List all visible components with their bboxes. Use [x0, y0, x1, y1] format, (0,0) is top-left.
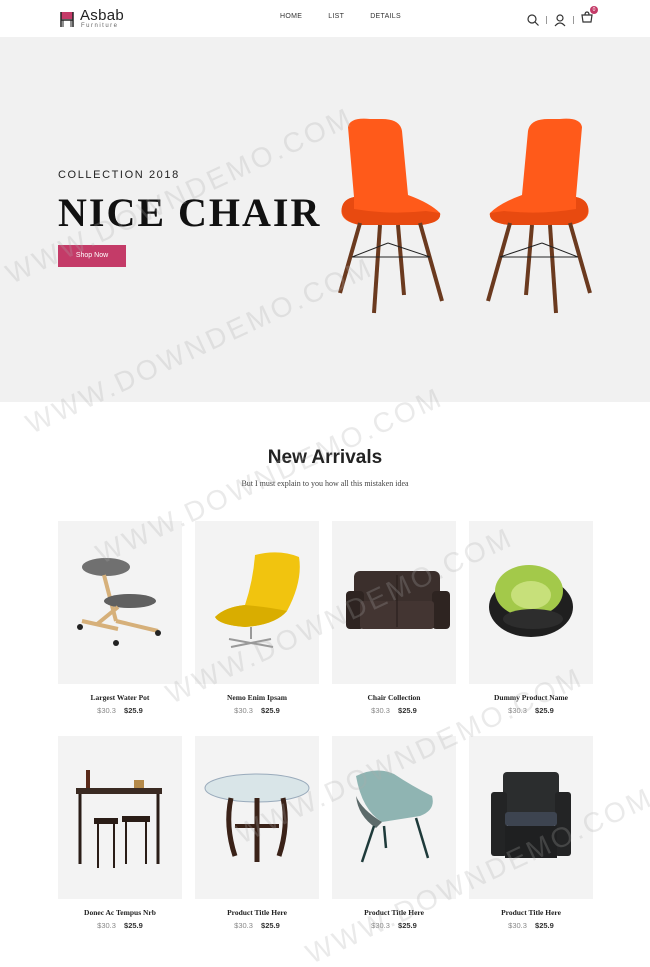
nav-list[interactable]: LIST [328, 13, 344, 20]
section-subtitle: But I must explain to you how all this m… [241, 479, 409, 488]
product-image[interactable] [469, 736, 593, 899]
product-name[interactable]: Nemo Enim Ipsam [195, 693, 319, 702]
old-price: $30.3 [234, 706, 253, 715]
teal-shell-chair-image [356, 770, 433, 863]
product-prices: $30.3 $25.9 [58, 921, 182, 930]
bar-table-set-image [76, 770, 162, 868]
product-name[interactable]: Product Title Here [469, 908, 593, 917]
cart-button[interactable]: 0 [580, 6, 598, 29]
price: $25.9 [261, 921, 280, 930]
product-name[interactable]: Dummy Product Name [469, 693, 593, 702]
hero-subtitle: COLLECTION 2018 [58, 169, 180, 181]
product-image[interactable] [469, 521, 593, 684]
product-image[interactable] [58, 521, 182, 684]
price: $25.9 [124, 706, 143, 715]
glass-table-image [204, 773, 310, 862]
brand-tagline: Furniture [81, 23, 119, 29]
product-name[interactable]: Donec Ac Tempus Nrb [58, 908, 182, 917]
shop-now-button[interactable]: Shop Now [58, 245, 126, 267]
hero-banner: COLLECTION 2018 NICE CHAIR Shop Now [0, 37, 650, 402]
product-card[interactable]: Product Title Here $30.3 $25.9 [195, 736, 319, 930]
old-price: $30.3 [371, 706, 390, 715]
product-name[interactable]: Product Title Here [195, 908, 319, 917]
price: $25.9 [535, 921, 554, 930]
brand-name: Asbab [80, 7, 125, 24]
product-name[interactable]: Chair Collection [332, 693, 456, 702]
product-card[interactable]: Chair Collection $30.3 $25.9 [332, 521, 456, 715]
section-title: New Arrivals [267, 447, 383, 468]
product-prices: $30.3 $25.9 [469, 921, 593, 930]
product-prices: $30.3 $25.9 [332, 706, 456, 715]
old-price: $30.3 [97, 921, 116, 930]
product-prices: $30.3 $25.9 [332, 921, 456, 930]
old-price: $30.3 [371, 921, 390, 930]
product-prices: $30.3 $25.9 [195, 706, 319, 715]
logo[interactable]: Asbab Furniture [58, 7, 130, 30]
nav-details[interactable]: DETAILS [370, 13, 401, 20]
orange-chair-right [486, 118, 592, 314]
old-price: $30.3 [234, 921, 253, 930]
orange-chair-left [338, 118, 444, 314]
product-prices: $30.3 $25.9 [195, 921, 319, 930]
yellow-lounge-chair-image [215, 552, 300, 648]
green-pod-chair-image [489, 565, 573, 637]
product-card[interactable]: Product Title Here $30.3 $25.9 [469, 736, 593, 930]
header-icons: 0 [526, 6, 598, 29]
hero-title: NICE CHAIR [58, 190, 322, 235]
product-image[interactable] [332, 736, 456, 899]
product-prices: $30.3 $25.9 [469, 706, 593, 715]
search-icon[interactable] [526, 13, 540, 27]
chair-logo-icon [60, 12, 74, 27]
product-card[interactable]: Nemo Enim Ipsam $30.3 $25.9 [195, 521, 319, 715]
product-card[interactable]: Product Title Here $30.3 $25.9 [332, 736, 456, 930]
leather-sofa-image [346, 571, 450, 629]
old-price: $30.3 [508, 921, 527, 930]
user-icon[interactable] [553, 13, 567, 27]
price: $25.9 [124, 921, 143, 930]
product-image[interactable] [58, 736, 182, 899]
product-prices: $30.3 $25.9 [58, 706, 182, 715]
site-header: Asbab Furniture HOME LIST DETAILS 0 [0, 0, 650, 37]
nav-home[interactable]: HOME [280, 13, 302, 20]
product-image[interactable] [195, 521, 319, 684]
main-nav: HOME LIST DETAILS [280, 13, 427, 20]
product-image[interactable] [332, 521, 456, 684]
divider [573, 15, 574, 24]
price: $25.9 [261, 706, 280, 715]
product-card[interactable]: Donec Ac Tempus Nrb $30.3 $25.9 [58, 736, 182, 930]
product-card[interactable]: Largest Water Pot $30.3 $25.9 [58, 521, 182, 715]
product-name[interactable]: Product Title Here [332, 908, 456, 917]
kneeling-chair-image [77, 558, 161, 646]
product-image[interactable] [195, 736, 319, 899]
price: $25.9 [398, 921, 417, 930]
price: $25.9 [535, 706, 554, 715]
hero-chairs-image [338, 118, 592, 314]
old-price: $30.3 [97, 706, 116, 715]
old-price: $30.3 [508, 706, 527, 715]
product-card[interactable]: Dummy Product Name $30.3 $25.9 [469, 521, 593, 715]
wicker-armchair-image [491, 772, 571, 858]
product-name[interactable]: Largest Water Pot [58, 693, 182, 702]
cart-count-badge: 0 [590, 6, 598, 14]
price: $25.9 [398, 706, 417, 715]
divider [546, 15, 547, 24]
